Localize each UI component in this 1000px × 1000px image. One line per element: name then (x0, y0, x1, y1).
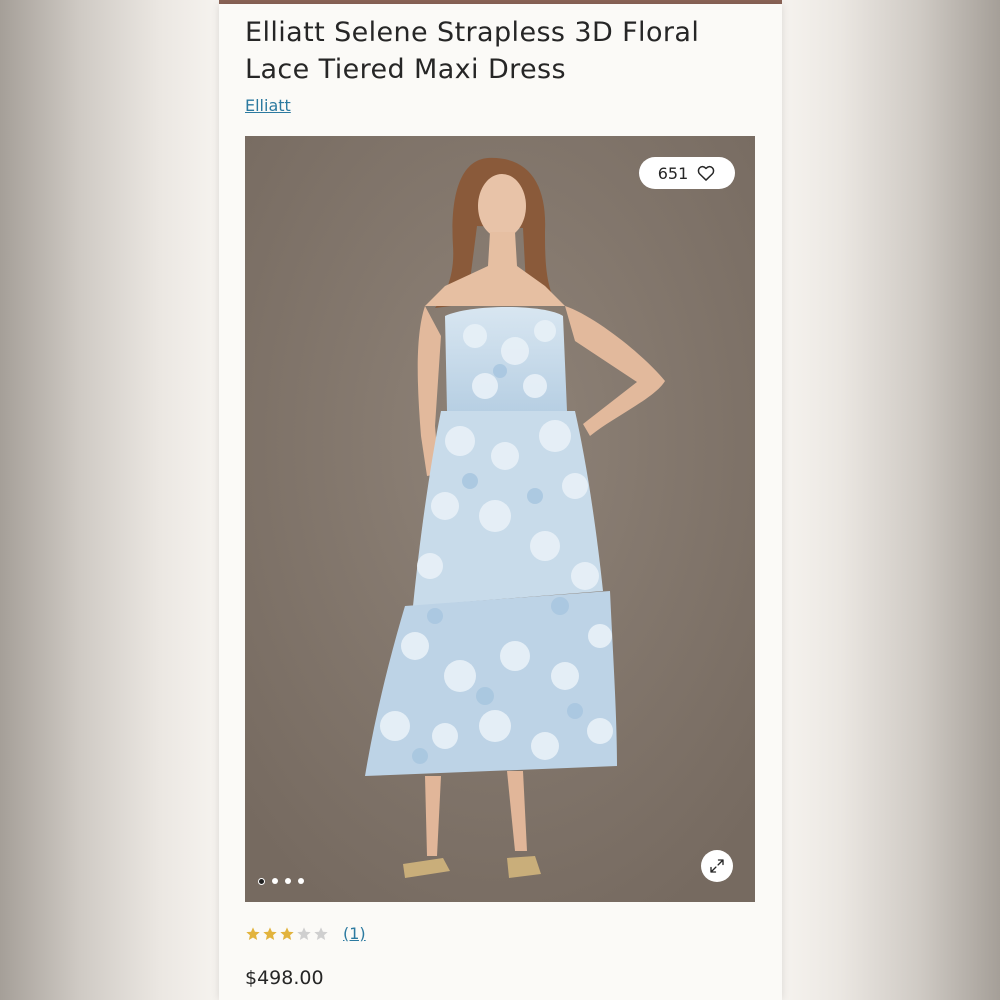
star-icon (314, 926, 328, 940)
gallery-dot[interactable] (272, 878, 278, 884)
product-photo (245, 136, 755, 902)
gallery-pagination (258, 878, 304, 885)
gallery-dot[interactable] (285, 878, 291, 884)
star-icon (280, 926, 294, 940)
brand-link[interactable]: Elliatt (245, 96, 291, 115)
star-icon (263, 926, 277, 940)
review-count-link[interactable]: (1) (343, 924, 366, 943)
like-button[interactable]: 651 (639, 157, 735, 189)
star-icon (246, 926, 260, 940)
expand-image-button[interactable] (701, 850, 733, 882)
product-title: Elliatt Selene Strapless 3D Floral Lace … (245, 17, 700, 85)
product-card: Elliatt Selene Strapless 3D Floral Lace … (219, 4, 782, 1000)
expand-icon (710, 859, 724, 873)
likes-count: 651 (657, 163, 689, 183)
star-icon (297, 926, 311, 940)
star-rating (245, 926, 329, 942)
gallery-dot[interactable] (298, 878, 304, 884)
gallery-dot[interactable] (258, 878, 265, 885)
product-rating: (1) (245, 924, 366, 943)
product-gallery[interactable]: 651 (245, 136, 755, 902)
heart-icon (697, 165, 715, 181)
product-price: $498.00 (245, 967, 324, 989)
